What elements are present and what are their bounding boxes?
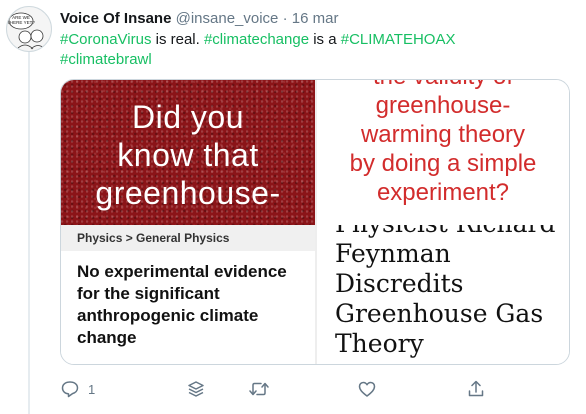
media-card[interactable]: Did you know that greenhouse- Physics > … [60,79,570,365]
breadcrumb: Physics > General Physics [61,225,315,251]
hashtag-coronavirus[interactable]: #CoronaVirus [60,31,151,48]
image-text-line: the validity of [317,80,569,91]
image-text-line: Greenhouse Gas [335,299,544,328]
tweet-header: Voice Of Insane @insane_voice · 16 mar [60,10,338,27]
tweet-text-segment: is a [309,31,341,48]
tweet-text: #CoronaVirus is real. #climatechange is … [60,30,560,70]
image-text-line: know that [117,137,259,173]
stack-button[interactable] [186,376,206,402]
retweet-button[interactable] [248,376,270,402]
image-article-snippet[interactable]: Physics > General Physics No experimenta… [61,225,315,364]
separator-dot: · [282,10,288,27]
image-text-line: Theory [335,329,424,358]
reply-icon [61,381,79,398]
image-question[interactable]: the validity of greenhouse- warming theo… [317,80,569,225]
image-text-line: greenhouse- [375,92,511,119]
image-text-line: by doing a simple [349,150,537,177]
stack-icon [188,381,204,397]
image-text-line: Feynman [335,239,451,268]
image-text-line: Did you [132,99,244,135]
image-text-line: greenhouse- [95,175,281,211]
avatar[interactable]: ARE WE THERE YET? [6,6,52,52]
avatar-line2: THERE YET? [7,20,35,25]
image-did-you-know[interactable]: Did you know that greenhouse- [61,80,315,225]
thread-line [28,46,30,414]
article-title: No experimental evidence for the signifi… [77,262,287,347]
retweet-icon [249,382,269,396]
image-text-line: experiment? [376,179,510,206]
hashtag-climatebrawl[interactable]: #climatebrawl [60,51,152,68]
like-button[interactable] [357,376,377,402]
share-button[interactable] [466,376,486,402]
reply-button[interactable]: 1 [60,376,95,402]
image-question-text: the validity of greenhouse- warming theo… [317,80,569,207]
image-text-line: Discredits [335,269,464,298]
author-handle[interactable]: @insane_voice [176,10,279,27]
avatar-drawing-icon: ARE WE THERE YET? [7,12,46,50]
tweet-date[interactable]: 16 mar [292,10,339,27]
reply-count: 1 [88,381,96,397]
author-name[interactable]: Voice Of Insane [60,10,171,27]
tweet-actions: 1 [60,376,568,402]
hashtag-climatechange[interactable]: #climatechange [204,31,309,48]
tweet-text-segment: is real. [151,31,204,48]
image-text-line: warming theory [360,121,526,148]
like-icon [358,381,376,397]
image-feynman-headline[interactable]: Physicist Richard Feynman Discredits Gre… [317,225,569,364]
share-icon [468,380,484,397]
image-feynman-text: Physicist Richard Feynman Discredits Gre… [335,225,565,359]
hashtag-climatehoax[interactable]: #CLIMATEHOAX [341,31,456,48]
image-did-you-know-text: Did you know that greenhouse- [61,98,315,212]
image-text-line: Physicist Richard [335,225,565,239]
